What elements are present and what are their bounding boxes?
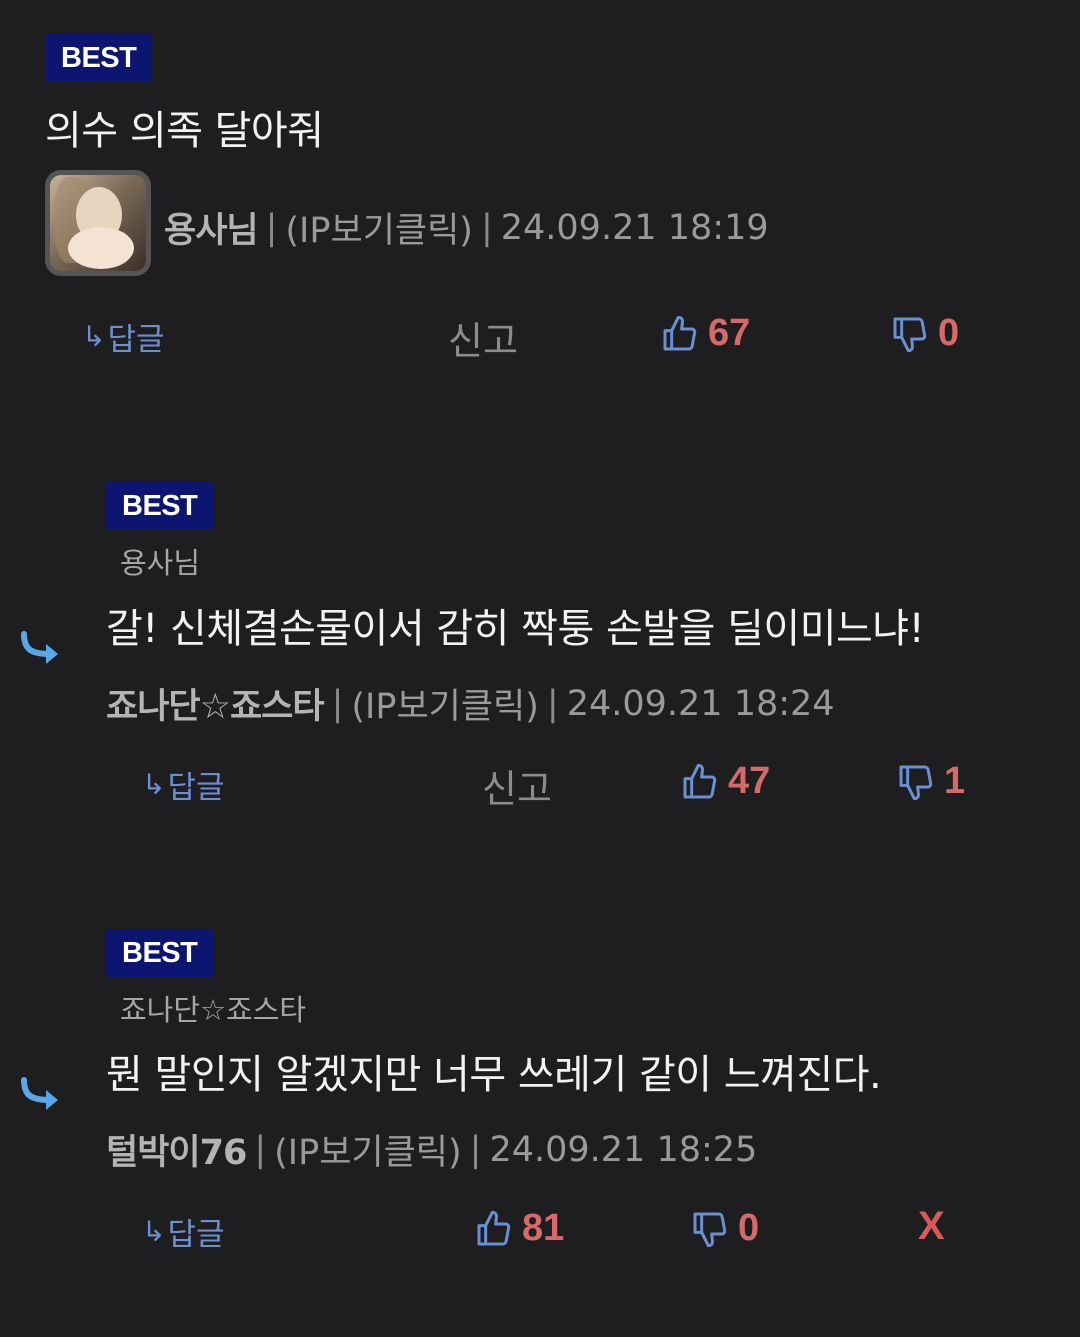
author-name[interactable]: 죠나단☆죠스타 — [106, 678, 325, 729]
reply-small-arrow-icon: ↳ — [142, 1215, 166, 1248]
thumbs-down-icon — [893, 317, 927, 352]
separator: | — [265, 207, 278, 248]
separator: | — [331, 683, 344, 724]
reply-to-author: 용사님 — [120, 546, 201, 580]
reply-label: 답글 — [107, 322, 165, 358]
dislike-count: 0 — [938, 312, 960, 354]
like-count: 47 — [728, 760, 771, 802]
comment-1: BEST 의수 의족 달아줘 용사님 | (IP보기클릭) | 24.09.21… — [0, 0, 1080, 420]
best-badge: BEST — [106, 929, 214, 977]
reply-arrow-icon — [21, 1077, 58, 1110]
separator: | — [469, 1129, 482, 1170]
timestamp: 24.09.21 18:19 — [500, 207, 769, 248]
like-button[interactable]: 81 — [474, 1207, 564, 1250]
delete-button[interactable]: X — [918, 1204, 945, 1249]
comment-text: 뭔 말인지 알겠지만 너무 쓰레기 같이 느껴진다. — [106, 1052, 882, 1098]
thumbs-up-icon — [477, 1210, 511, 1245]
like-button[interactable]: 67 — [660, 312, 750, 355]
separator: | — [254, 1129, 267, 1170]
thumbs-down-icon — [693, 1212, 727, 1247]
avatar[interactable] — [45, 170, 151, 276]
reply-button[interactable]: ↳ 답글 — [82, 314, 165, 359]
best-badge: BEST — [106, 482, 214, 530]
reply-label: 답글 — [167, 1217, 225, 1253]
reply-button[interactable]: ↳ 답글 — [142, 762, 225, 807]
like-button[interactable]: 47 — [680, 760, 770, 803]
dislike-count: 1 — [944, 760, 966, 802]
comment-meta: 용사님 | (IP보기클릭) | 24.09.21 18:19 — [164, 202, 769, 253]
reply-arrow-icon — [21, 631, 58, 664]
dislike-button[interactable]: 0 — [690, 1207, 759, 1250]
like-count: 81 — [522, 1207, 565, 1249]
report-button[interactable]: 신고 — [482, 758, 552, 813]
timestamp: 24.09.21 18:25 — [489, 1129, 758, 1170]
separator: | — [546, 683, 559, 724]
thumbs-down-icon — [899, 765, 933, 800]
best-badge: BEST — [45, 34, 153, 82]
author-name[interactable]: 털박이76 — [106, 1124, 247, 1175]
timestamp: 24.09.21 18:24 — [566, 683, 835, 724]
reply-small-arrow-icon: ↳ — [142, 768, 166, 801]
comment-text: 갈! 신체결손물이서 감히 짝퉁 손발을 딜이미느냐! — [106, 606, 925, 652]
thumbs-up-icon — [663, 315, 697, 350]
comment-text: 의수 의족 달아줘 — [45, 108, 324, 154]
dislike-count: 0 — [738, 1207, 760, 1249]
comment-meta: 털박이76 | (IP보기클릭) | 24.09.21 18:25 — [106, 1124, 757, 1175]
dislike-button[interactable]: 0 — [890, 312, 959, 355]
reply-to-author: 죠나단☆죠스타 — [120, 993, 307, 1027]
author-name[interactable]: 용사님 — [164, 202, 259, 253]
like-count: 67 — [708, 312, 751, 354]
report-button[interactable]: 신고 — [448, 310, 518, 365]
reply-label: 답글 — [167, 770, 225, 806]
dislike-button[interactable]: 1 — [896, 760, 965, 803]
comment-meta: 죠나단☆죠스타 | (IP보기클릭) | 24.09.21 18:24 — [106, 678, 835, 729]
separator: | — [480, 207, 493, 248]
ip-link[interactable]: (IP보기클릭) — [285, 202, 473, 253]
thumbs-up-icon — [683, 763, 717, 798]
reply-button[interactable]: ↳ 답글 — [142, 1209, 225, 1254]
ip-link[interactable]: (IP보기클릭) — [351, 678, 539, 729]
reply-small-arrow-icon: ↳ — [82, 320, 106, 353]
ip-link[interactable]: (IP보기클릭) — [274, 1124, 462, 1175]
